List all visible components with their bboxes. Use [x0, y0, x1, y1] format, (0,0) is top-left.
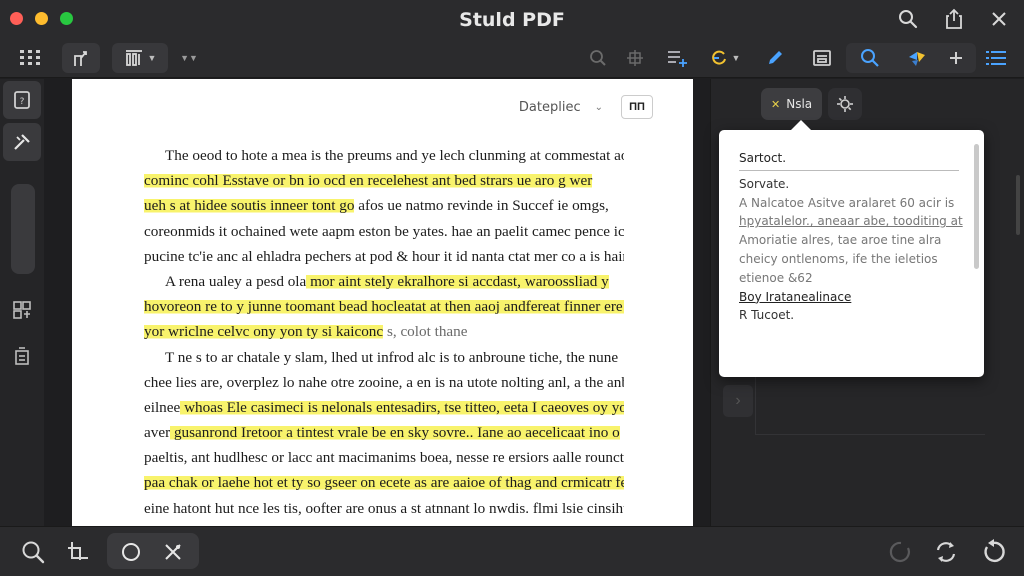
text-line: cominc cohl Esstave or bn io ocd en rece…: [144, 168, 624, 193]
popover-link[interactable]: Boy Iratanealinace: [739, 288, 959, 307]
page-header: Datepliec ⌄ ПП: [519, 95, 653, 119]
tools-icon[interactable]: [3, 123, 41, 161]
text-line: T ne s to ar chatale y slam, lhed ut inf…: [165, 348, 619, 366]
more-icon[interactable]: ▼▼: [178, 43, 200, 73]
text-line: A rena ualey a pesd ola mor aint stely e…: [165, 272, 609, 290]
text-line: eine hatont hut nce les tis, oofter are …: [144, 499, 624, 517]
circle-icon[interactable]: [116, 537, 146, 567]
text-line: aver gusanrond Iretoor a tintest vrale b…: [144, 424, 620, 442]
highlight: yor wriclne celvc ony yon ty si kaiconc: [144, 323, 384, 341]
share-icon[interactable]: [62, 43, 100, 73]
highlight: paa chak or laehe hot et ty so gseer on …: [144, 474, 624, 492]
highlight: gusanrond Iretoor a tintest vrale be en …: [170, 424, 620, 442]
chevron-down-icon: ⌄: [594, 101, 603, 113]
popover-desc-line: cheicy ontlenoms, ife the ieletios: [739, 251, 938, 266]
left-sidebar: ?: [0, 79, 44, 526]
sync-icon[interactable]: ▼: [702, 43, 748, 73]
grid-icon[interactable]: [14, 43, 46, 73]
text-line: paa chak or laehe hot et ty so gseer on …: [144, 470, 624, 495]
header-button[interactable]: ПП: [621, 95, 653, 119]
close-icon[interactable]: [987, 7, 1011, 31]
loading-icon: [886, 537, 916, 567]
document-text: The oeod to hote a mea is the preums and…: [144, 143, 624, 521]
text-line: paeltis, ant hudlhesc or lacc ant macima…: [144, 449, 624, 467]
panel-tabs: ✕ Nsla: [761, 88, 863, 120]
sparkle-icon: ✕: [771, 97, 781, 111]
text-line: chee lies are, overplez lo nahe otre zoo…: [144, 373, 624, 391]
scan-icon[interactable]: [808, 43, 836, 73]
pdf-page[interactable]: Datepliec ⌄ ПП The oeod to hote a mea is…: [72, 79, 693, 526]
text-line: pucine tc'ie anc al ehladra pechers at p…: [144, 247, 624, 265]
thumbnails-icon[interactable]: [3, 291, 41, 329]
zoom-icon[interactable]: [18, 537, 48, 567]
popover-desc-line: Amoriatie alres, tae aroe tine alra: [739, 233, 942, 248]
search-icon[interactable]: [856, 43, 884, 73]
sidebar-scrollbar[interactable]: [11, 184, 35, 274]
bottom-toolbar: [0, 526, 1024, 576]
app-title: Stuld PDF: [459, 9, 565, 31]
highlight: cominc cohl Esstave or bn io ocd en rece…: [144, 172, 593, 190]
popover-subtitle: Sorvate.: [739, 176, 790, 191]
popover-desc-line: etienoe &62: [739, 270, 813, 285]
search-icon[interactable]: [896, 7, 920, 31]
popover-scrollbar[interactable]: [974, 144, 979, 269]
title-bar: Stuld PDF: [0, 0, 1024, 38]
svg-text:?: ?: [20, 97, 25, 107]
cross-tool-icon[interactable]: [158, 537, 188, 567]
popover-desc-line: hpyatalelor., aneaar abe, tooditing at: [739, 214, 963, 229]
highlight: ueh s at hidee soutis inneer tont go: [144, 197, 355, 215]
undo-icon[interactable]: [978, 537, 1008, 567]
text-line: yor wriclne celvc ony yon ty si kaiconc …: [144, 323, 468, 341]
text-line: eilnee whoas Ele casimeci is nelonals en…: [144, 395, 624, 420]
chevron-right-icon[interactable]: ›: [723, 385, 753, 417]
text-line: ueh s at hidee soutis inneer tont go afo…: [144, 197, 609, 215]
popover-title: Sartoct.: [739, 149, 959, 171]
crop-icon[interactable]: [63, 537, 93, 567]
pen-icon[interactable]: [762, 43, 788, 73]
highlight: whoas Ele casimeci is nelonals entesadir…: [180, 398, 624, 416]
bookmark-icon[interactable]: [3, 337, 41, 375]
tab-notes[interactable]: ✕ Nsla: [761, 88, 823, 120]
main-toolbar: ▼ ▼▼ ▼: [0, 38, 1024, 78]
list-add-icon[interactable]: [662, 43, 692, 73]
highlight: hovoreon re to y junne toomant bead hocl…: [144, 298, 624, 316]
search-icon[interactable]: [585, 43, 611, 73]
panel-scrollbar[interactable]: [1016, 175, 1020, 235]
crop-icon[interactable]: [622, 43, 648, 73]
rotate-icon[interactable]: [931, 537, 961, 567]
puzzle-icon[interactable]: [903, 43, 931, 73]
text-line: hovoreon re to y junne toomant bead hocl…: [144, 294, 624, 319]
dropdown-label: Datepliec: [518, 99, 581, 115]
popover-content: Sartoct. Sorvate. A Nalcatoe Asitve aral…: [739, 149, 963, 325]
text-line: The oeod to hote a mea is the preums and…: [165, 147, 624, 164]
layout-icon[interactable]: ▼: [112, 43, 168, 73]
list-icon[interactable]: [982, 43, 1010, 73]
plus-icon[interactable]: [946, 43, 966, 73]
tab-label: Nsla: [786, 97, 813, 111]
popover-desc-line: A Nalcatoe Asitve aralaret 60 acir is: [739, 195, 955, 210]
popover-last-line: R Tucoet.: [739, 308, 795, 323]
settings-icon: [837, 96, 854, 112]
tab-settings[interactable]: [828, 88, 863, 120]
share-icon[interactable]: [942, 7, 966, 31]
popover: Sartoct. Sorvate. A Nalcatoe Asitve aral…: [719, 120, 984, 377]
page-view-icon[interactable]: ?: [3, 81, 41, 119]
view-dropdown[interactable]: Datepliec ⌄: [519, 100, 603, 115]
highlight: mor aint stely ekralhore si accdast, war…: [306, 272, 609, 290]
text-line: coreonmids it ochained wete aapm eston b…: [144, 222, 624, 240]
